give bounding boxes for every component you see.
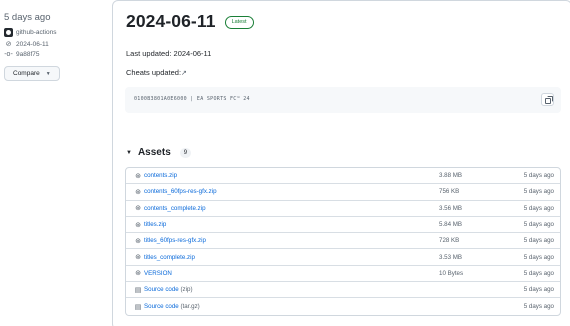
- chevron-down-icon: ▼: [45, 70, 51, 77]
- assets-toggle[interactable]: ▼ Assets 9: [126, 147, 192, 158]
- asset-date: 5 days ago: [523, 237, 554, 245]
- asset-link[interactable]: Source code (zip): [144, 286, 439, 293]
- asset-size: 3.88 MB: [439, 172, 463, 180]
- release-title[interactable]: 2024-06-11: [126, 11, 216, 32]
- asset-name[interactable]: titles.zip: [144, 221, 166, 228]
- asset-size: 10 Bytes: [439, 269, 464, 277]
- asset-row[interactable]: ⊛ titles_complete.zip 3.53 MB 5 days ago: [126, 249, 560, 266]
- release-meta: 5 days ago github-actions ⊘ 2024-06-11 -…: [4, 12, 104, 81]
- release-age: 5 days ago: [4, 12, 51, 23]
- tag-row[interactable]: ⊘ 2024-06-11: [4, 40, 104, 49]
- assets-label: Assets: [137, 147, 171, 158]
- latest-badge: Latest: [224, 16, 254, 29]
- package-icon: ⊛: [135, 205, 141, 213]
- asset-name[interactable]: Source code: [144, 286, 180, 293]
- cheats-updated-label: Cheats updated:: [126, 68, 182, 77]
- asset-ext[interactable]: (zip): [180, 286, 192, 293]
- asset-size: 728 KB: [439, 237, 460, 245]
- asset-date: 5 days ago: [523, 204, 554, 212]
- asset-name[interactable]: titles_60fps-res-gfx.zip: [144, 237, 206, 244]
- package-icon: ⊛: [135, 172, 141, 180]
- compare-button[interactable]: Compare ▼: [4, 66, 60, 81]
- external-link-icon[interactable]: ↗: [181, 70, 187, 77]
- copy-icon[interactable]: [541, 93, 554, 106]
- package-icon: ⊛: [135, 254, 141, 262]
- asset-size: 756 KB: [439, 188, 460, 196]
- commit-sha[interactable]: 9a88f75: [16, 51, 40, 58]
- asset-ext[interactable]: (tar.gz): [180, 303, 199, 310]
- code-line: 0100B3801A0E6000 | EA SPORTS FC™ 24: [134, 96, 250, 102]
- assets-count-badge: 9: [179, 147, 192, 158]
- asset-name[interactable]: titles_complete.zip: [144, 254, 195, 261]
- assets-list: ⊛ contents.zip 3.88 MB 5 days ago ⊛ contents_…: [125, 167, 561, 316]
- asset-size: 5.84 MB: [439, 221, 463, 229]
- asset-link[interactable]: contents_complete.zip: [144, 205, 439, 212]
- package-icon: ⊛: [135, 270, 141, 278]
- asset-date: 5 days ago: [523, 286, 554, 294]
- asset-link[interactable]: titles_complete.zip: [144, 254, 439, 261]
- asset-date: 5 days ago: [523, 188, 554, 196]
- asset-link[interactable]: titles_60fps-res-gfx.zip: [144, 237, 439, 244]
- file-zip-icon: ▤: [134, 286, 142, 294]
- package-icon: ⊛: [135, 221, 141, 229]
- package-icon: ⊛: [135, 188, 141, 196]
- release-header: 2024-06-11 Latest: [126, 11, 254, 32]
- asset-row[interactable]: ⊛ titles.zip 5.84 MB 5 days ago: [126, 217, 560, 234]
- asset-date: 5 days ago: [523, 303, 554, 311]
- asset-link[interactable]: VERSION: [144, 270, 439, 277]
- commit-icon: -o-: [4, 51, 13, 58]
- tag-name[interactable]: 2024-06-11: [16, 41, 49, 48]
- asset-link[interactable]: contents.zip: [144, 172, 439, 179]
- asset-row[interactable]: ⊛ contents.zip 3.88 MB 5 days ago: [126, 168, 560, 185]
- tag-icon: ⊘: [5, 41, 12, 48]
- asset-size: 3.53 MB: [439, 253, 463, 261]
- asset-name[interactable]: Source code: [144, 303, 180, 310]
- code-block: 0100B3801A0E6000 | EA SPORTS FC™ 24: [125, 87, 561, 113]
- triangle-down-icon: ▼: [126, 149, 132, 156]
- asset-date: 5 days ago: [523, 221, 554, 229]
- commit-row[interactable]: -o- 9a88f75: [4, 51, 104, 58]
- package-icon: ⊛: [135, 237, 141, 245]
- asset-row[interactable]: ▤ Source code (zip) 5 days ago: [126, 282, 560, 299]
- asset-name[interactable]: contents_60fps-res-gfx.zip: [144, 188, 217, 195]
- asset-row[interactable]: ⊛ titles_60fps-res-gfx.zip 728 KB 5 days ag…: [126, 233, 560, 250]
- author-name[interactable]: github-actions: [16, 29, 56, 36]
- release-card: 2024-06-11 Latest Last updated: 2024-06-…: [112, 0, 570, 326]
- avatar: [4, 28, 13, 37]
- asset-date: 5 days ago: [523, 172, 554, 180]
- cheats-updated: Cheats updated:↗: [126, 68, 187, 77]
- asset-row[interactable]: ⊛ VERSION 10 Bytes 5 days ago: [126, 266, 560, 283]
- asset-link[interactable]: contents_60fps-res-gfx.zip: [144, 188, 439, 195]
- asset-link[interactable]: Source code (tar.gz): [144, 303, 439, 310]
- asset-row[interactable]: ▤ Source code (tar.gz) 5 days ago: [126, 298, 560, 314]
- asset-size: 3.56 MB: [439, 204, 463, 212]
- asset-name[interactable]: contents_complete.zip: [144, 205, 206, 212]
- last-updated-text: Last updated: 2024-06-11: [126, 49, 212, 58]
- asset-date: 5 days ago: [523, 269, 554, 277]
- asset-link[interactable]: titles.zip: [144, 221, 439, 228]
- asset-row[interactable]: ⊛ contents_60fps-res-gfx.zip 756 KB 5 days …: [126, 184, 560, 201]
- asset-date: 5 days ago: [523, 253, 554, 261]
- asset-name[interactable]: contents.zip: [144, 172, 177, 179]
- asset-name[interactable]: VERSION: [144, 270, 172, 277]
- compare-label: Compare: [13, 70, 40, 77]
- author-row[interactable]: github-actions: [4, 28, 104, 37]
- asset-row[interactable]: ⊛ contents_complete.zip 3.56 MB 5 days ago: [126, 201, 560, 217]
- file-zip-icon: ▤: [134, 303, 142, 311]
